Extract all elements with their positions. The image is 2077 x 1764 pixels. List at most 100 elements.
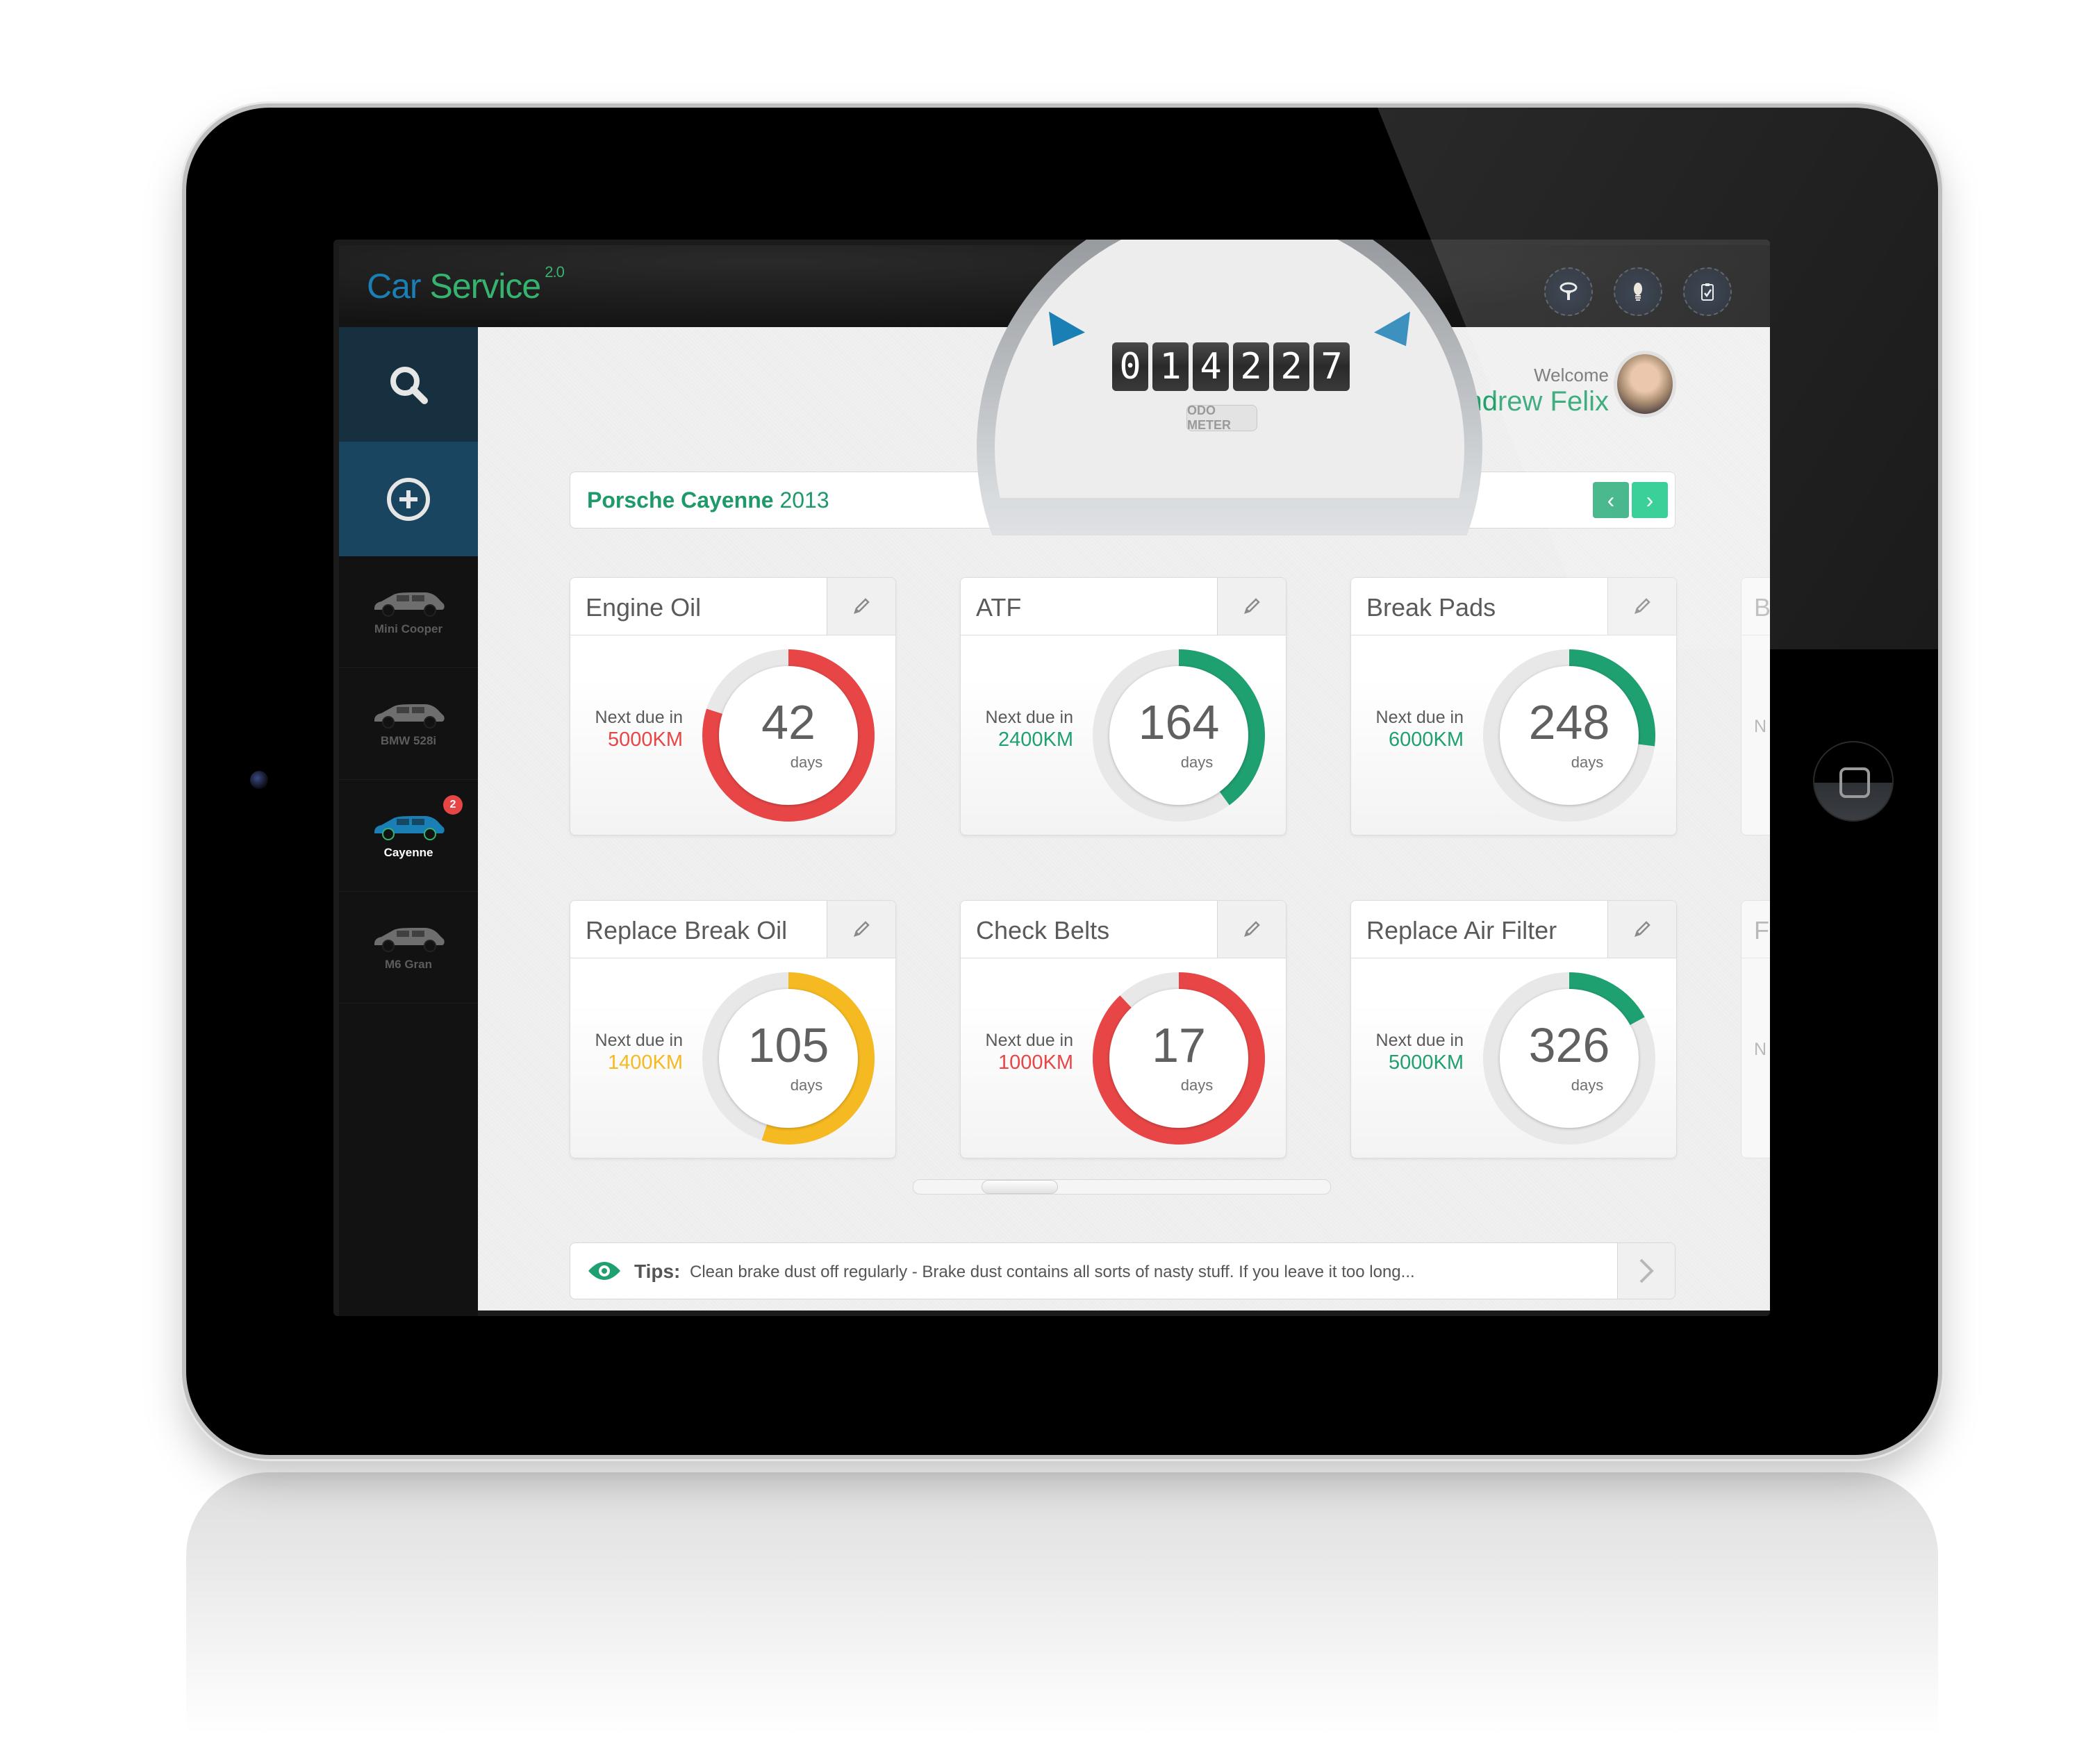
app-screen: Car Service 2.0 Mini Cooper BMW 528i Cay… [333,240,1770,1316]
days-value: 326 [1528,1018,1610,1072]
odometer-digit: 4 [1193,342,1229,391]
service-card-partial[interactable]: BN [1741,577,1770,835]
pencil-icon [854,921,870,937]
clipboard-check-icon [1701,283,1714,301]
search-icon [390,366,428,404]
car-icon [374,928,445,952]
edit-button[interactable] [1607,578,1676,635]
prev-vehicle-button[interactable]: ‹ [1593,482,1629,518]
sidebar-add-button[interactable] [339,442,478,556]
due-label: Next due in [1375,1031,1464,1050]
home-button[interactable] [1813,741,1894,822]
odometer-digit: 0 [1112,342,1148,391]
service-card[interactable]: Break Pads Next due in 6000KM 248 days [1350,577,1677,835]
due-label: Next due in [985,708,1073,727]
tips-text: Clean brake dust off regularly - Brake d… [690,1263,1415,1281]
tips-bar: Tips: Clean brake dust off regularly - B… [570,1242,1675,1299]
cards-scrollbar[interactable] [913,1179,1331,1195]
due-km: 6000KM [1388,729,1464,751]
car-icon [374,704,445,729]
card-header: Replace Break Oil [570,901,895,958]
due-label: Next due in [595,1031,683,1050]
chevron-right-icon [1639,1258,1654,1283]
car-label: BMW 528i [380,734,437,747]
service-card-partial[interactable]: FN [1741,900,1770,1158]
car-label: Mini Cooper [374,622,443,635]
days-value: 17 [1152,1018,1206,1072]
service-card[interactable]: Engine Oil Next due in 5000KM 42 days [570,577,896,835]
card-header: Check Belts [961,901,1286,958]
home-square-icon [1839,767,1870,798]
sidebar-search-button[interactable] [339,327,478,442]
filter-button[interactable] [1544,267,1593,316]
odometer-digit: 1 [1152,342,1189,391]
car-list: Mini Cooper BMW 528i Cayenne 2 M6 Gran [339,556,478,1004]
edit-button[interactable] [1217,578,1286,635]
tips-button[interactable] [1614,267,1662,316]
avatar[interactable] [1614,351,1676,417]
eye-icon [588,1262,620,1280]
due-label: Next due in [985,1031,1073,1050]
sidebar-car-item[interactable]: BMW 528i [339,668,478,780]
due-km: 1000KM [998,1051,1073,1074]
vehicle-year: 2013 [779,488,829,513]
sidebar-car-item[interactable]: M6 Gran [339,892,478,1004]
vehicle-nav: ‹ › [1593,482,1668,518]
pencil-icon [1244,598,1260,614]
card-header: Replace Air Filter [1351,901,1676,958]
days-unit: days [1571,754,1604,771]
days-unit: days [1180,1076,1214,1094]
card-body: Next due in 1400KM 105 days [570,958,895,1158]
vehicle-model: Porsche Cayenne [587,488,774,513]
service-card[interactable]: Replace Air Filter Next due in 5000KM 326 da… [1350,900,1677,1158]
car-badge: 2 [443,795,463,815]
next-vehicle-button[interactable]: › [1632,482,1668,518]
card-header: ATF [961,578,1286,635]
odometer-digit: 2 [1273,342,1309,391]
days-unit: days [790,754,823,771]
service-card[interactable]: Replace Break Oil Next due in 1400KM 105 day… [570,900,896,1158]
lightbulb-icon [1634,283,1642,301]
edit-button[interactable] [827,901,895,958]
days-unit: days [790,1076,823,1094]
days-unit: days [1571,1076,1604,1094]
service-card[interactable]: ATF Next due in 2400KM 164 days [960,577,1286,835]
odometer-digit: 2 [1233,342,1269,391]
days-value: 164 [1138,695,1220,749]
card-title-partial: B [1754,593,1770,622]
due-km: 1400KM [607,1051,683,1074]
logo-version: 2.0 [545,263,565,281]
service-card[interactable]: Check Belts Next due in 1000KM 17 days [960,900,1286,1158]
car-icon [374,592,445,617]
due-label: Next due in [595,708,683,727]
card-title: ATF [976,593,1022,622]
checklist-button[interactable] [1683,267,1732,316]
odometer-digit: 7 [1314,342,1350,391]
car-label: Cayenne [383,846,433,859]
edit-button[interactable] [1607,901,1676,958]
pencil-icon [1244,921,1260,937]
due-label-partial: N [1754,717,1767,736]
filter-icon [1559,282,1578,300]
edit-button[interactable] [1217,901,1286,958]
scrollbar-thumb[interactable] [982,1180,1058,1194]
card-title: Replace Break Oil [586,916,788,945]
odometer-label: ODO METER [1186,403,1257,432]
days-value: 42 [761,695,816,749]
card-header: Engine Oil [570,578,895,635]
card-title: Engine Oil [586,593,702,622]
pencil-icon [1635,598,1650,614]
vehicle-title: Porsche Cayenne 2013 [587,488,829,513]
device-reflection [186,1472,1938,1764]
logo-service: Service [429,267,541,306]
car-icon [374,816,445,840]
days-value: 105 [747,1018,829,1072]
edit-button[interactable] [827,578,895,635]
due-label-partial: N [1754,1040,1767,1059]
card-body: Next due in 5000KM 326 days [1351,958,1676,1158]
card-title-partial: F [1754,916,1769,945]
sidebar-car-item[interactable]: Mini Cooper [339,556,478,668]
next-tip-button[interactable] [1617,1243,1675,1299]
sidebar-car-item[interactable]: Cayenne 2 [339,780,478,892]
due-km: 2400KM [998,729,1073,751]
